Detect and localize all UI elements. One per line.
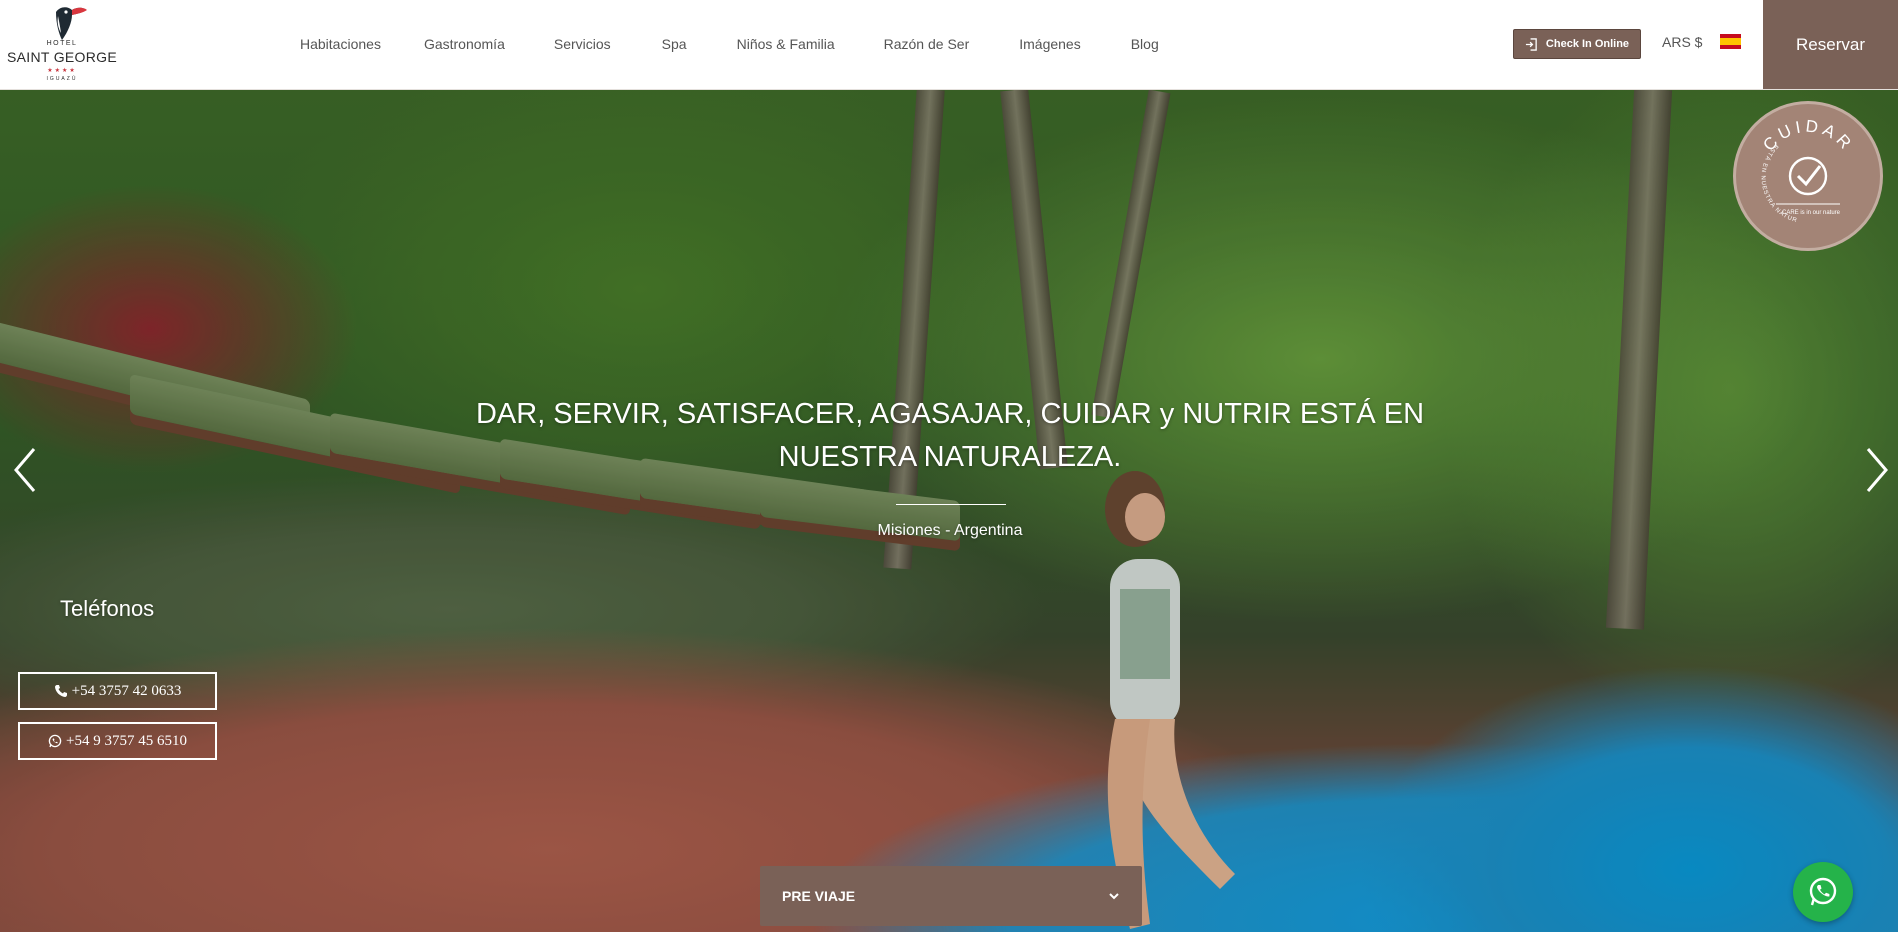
hero-overlay [0,89,1898,932]
nav-item-habitaciones[interactable]: Habitaciones [300,35,381,55]
nav-item-blog[interactable]: Blog [1131,35,1159,55]
spain-flag-icon[interactable] [1720,34,1741,49]
chevron-right-icon [1866,448,1888,492]
whatsapp-icon [48,734,62,748]
hero-slider: DAR, SERVIR, SATISFACER, AGASAJAR, CUIDA… [0,89,1898,932]
whatsapp-chat-button[interactable] [1793,862,1853,922]
hero-location: Misiones - Argentina [877,522,1023,539]
logo-hotel-name: SAINT GEORGE [7,49,117,65]
site-header: HOTEL SAINT GEORGE ★★★★ IGUAZÚ Habitacio… [0,0,1898,90]
check-in-online-button[interactable]: Check In Online [1513,29,1641,59]
logo-stars: ★★★★ [47,68,77,74]
phone-landline-button[interactable]: +54 3757 42 0633 [18,672,217,710]
phones-title: Teléfonos [60,596,155,621]
check-in-online-label: Check In Online [1545,38,1630,50]
nav-item-razon-de-ser[interactable]: Razón de Ser [884,35,970,55]
chevron-down-icon [1109,893,1119,900]
pre-viaje-dropdown[interactable]: PRE VIAJE [760,866,1142,926]
phone-whatsapp-number: +54 9 3757 45 6510 [66,732,187,749]
nav-item-spa[interactable]: Spa [662,35,687,55]
hotel-logo[interactable]: HOTEL SAINT GEORGE ★★★★ IGUAZÚ [6,2,118,86]
main-nav: Habitaciones Gastronomía Servicios Spa N… [300,35,1159,55]
chevron-left-icon [14,448,36,492]
cuidar-seal-icon: CUIDAR ESTÁ EN NUESTRA NATURALEZA [1736,104,1853,224]
phone-whatsapp-button[interactable]: +54 9 3757 45 6510 [18,722,217,760]
currency-selector[interactable]: ARS $ [1662,34,1702,50]
phone-icon [54,685,67,697]
nav-item-servicios[interactable]: Servicios [554,35,611,55]
whatsapp-icon [1809,877,1837,906]
slider-next-button[interactable] [1860,445,1894,495]
nav-item-gastronomia[interactable]: Gastronomía [424,35,505,55]
phone-landline-number: +54 3757 42 0633 [71,682,182,699]
cuidar-tagline: CARE is in our nature [1781,210,1841,216]
pre-viaje-label: PRE VIAJE [782,888,856,904]
cuidar-badge[interactable]: CUIDAR ESTÁ EN NUESTRA NATURALEZA CARE i… [1733,101,1883,251]
toucan-logo-icon [56,7,87,40]
nav-item-ninos-familia[interactable]: Niños & Familia [737,35,835,55]
logo-hotel-label: HOTEL [46,40,78,47]
hero-divider [896,504,1006,505]
hero-heading: DAR, SERVIR, SATISFACER, AGASAJAR, CUIDA… [475,398,1425,473]
nav-item-imagenes[interactable]: Imágenes [1019,35,1080,55]
logo-location: IGUAZÚ [46,76,78,82]
reservar-button[interactable]: Reservar [1763,0,1898,89]
sign-in-icon [1525,37,1537,51]
slider-prev-button[interactable] [8,445,42,495]
